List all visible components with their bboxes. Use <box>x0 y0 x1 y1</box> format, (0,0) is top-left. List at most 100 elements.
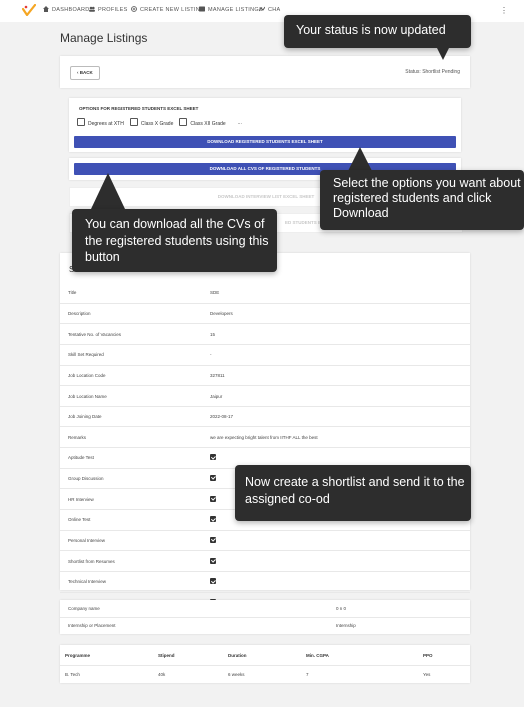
details-label: Group Discussion <box>60 468 210 490</box>
tooltip-options-text: Select the options you want about regist… <box>333 176 521 220</box>
checkbox-checked-icon <box>210 578 216 585</box>
checkbox-label: Degrees at XTH <box>88 121 124 127</box>
page-title: Manage Listings <box>60 31 148 45</box>
company-name-label: Company name <box>68 606 100 611</box>
details-label: Job Location Name <box>60 385 210 407</box>
details-label: Personal Interview <box>60 530 210 552</box>
details-row: Job Location Code 327811 <box>60 365 470 387</box>
checkbox-checked-icon <box>210 475 216 482</box>
details-check-cell <box>210 571 470 593</box>
details-label: Skill Set Required <box>60 344 210 366</box>
details-row: Job Joining Date 2022-08-17 <box>60 406 470 428</box>
checkbox-box[interactable] <box>77 118 85 126</box>
programme-card: Programme Stipend Duration Min. CGPA PPO… <box>60 645 470 683</box>
checkbox-box[interactable] <box>129 118 138 126</box>
checkbox-class-xii[interactable]: Class XII Grade <box>179 118 226 127</box>
more-menu-icon[interactable]: ⋮ <box>500 6 508 15</box>
checkbox-box[interactable] <box>179 118 188 126</box>
table-cell: 6 weeks <box>228 672 245 677</box>
details-label: Online Test <box>60 509 210 531</box>
tooltip-options: Select the options you want about regist… <box>320 170 524 230</box>
column-header: Programme <box>65 653 91 658</box>
nav-dashboard[interactable]: DASHBOARD <box>43 6 90 13</box>
details-row: Tentative No. of Vacancies 15 <box>60 323 470 345</box>
details-label: Technical Interview <box>60 571 210 593</box>
internship-type-row: Internship or Placement Internship <box>60 617 470 634</box>
details-label: Job Joining Date <box>60 406 210 428</box>
tooltip-arrow <box>437 48 449 60</box>
tooltip-cvs: You can download all the CVs of the regi… <box>72 209 277 272</box>
checkbox-class-x[interactable]: Class X Grade <box>129 118 174 127</box>
nav-profiles-label: PROFILES <box>98 7 128 13</box>
details-label: Title <box>60 283 210 304</box>
options-card: OPTIONS FOR REGISTERED STUDENTS EXCEL SH… <box>69 98 461 152</box>
column-header: Min. CGPA <box>306 653 329 658</box>
tooltip-arrow <box>348 147 372 171</box>
details-value: SDE <box>210 283 470 304</box>
listing-header-card: ‹ BACK Status: Shortlist Pending <box>60 56 470 88</box>
checkbox-label: Class XII Grade <box>190 121 226 127</box>
tooltip-arrow <box>91 173 125 209</box>
details-value: Developers <box>210 303 470 325</box>
tooltip-shortlist-text: Now create a shortlist and send it to th… <box>245 475 465 506</box>
company-card: Company name 0 n 0 Internship or Placeme… <box>60 600 470 634</box>
nav-charts[interactable]: CHA <box>259 6 281 13</box>
column-header: Stipend <box>158 653 175 658</box>
details-row: Remarks we are expecting bright talent fr… <box>60 426 470 449</box>
tooltip-status-text: Your status is now updated <box>296 23 446 37</box>
details-label: Shortlist from Resumes <box>60 550 210 572</box>
details-value: - <box>210 344 470 366</box>
tooltip-cvs-text: You can download all the CVs of the regi… <box>85 217 269 264</box>
listing-details-card: S TitleSDEDescriptionDevelopersTentative… <box>60 253 470 614</box>
details-row: Job Location Name Jaipur <box>60 385 470 407</box>
checkbox-checked-icon <box>210 495 216 502</box>
details-row: Personal Interview <box>60 530 470 552</box>
checkbox-checked-icon <box>210 537 216 543</box>
nav-create-listing[interactable]: CREATE NEW LISTING <box>131 6 205 13</box>
table-cell: 7 <box>306 672 309 677</box>
nav-manage-listings[interactable]: MANAGE LISTINGS <box>199 6 263 13</box>
back-button-label: BACK <box>79 70 93 75</box>
table-cell: B. Tech <box>65 672 80 677</box>
checkbox-checked-icon <box>210 557 216 564</box>
logo-icon[interactable] <box>22 4 36 16</box>
more-options[interactable]: ... <box>238 120 242 126</box>
table-cell: 40k <box>158 672 166 677</box>
table-row: B. Tech 40k 6 weeks 7 Yes <box>60 666 470 683</box>
checkbox-checked-icon <box>210 454 216 461</box>
download-excel-button[interactable]: DOWNLOAD REGISTERED STUDENTS EXCEL SHEET <box>74 136 456 148</box>
listings-icon <box>199 6 205 12</box>
details-row: Description Developers <box>60 303 470 325</box>
details-row: Skill Set Required - <box>60 344 470 366</box>
internship-type-label: Internship or Placement <box>68 623 116 628</box>
nav-dashboard-label: DASHBOARD <box>52 7 90 13</box>
checkbox-degrees[interactable]: Degrees at XTH <box>77 118 124 127</box>
back-button[interactable]: ‹ BACK <box>70 66 100 80</box>
details-check-cell <box>210 550 470 572</box>
details-row: Title SDE <box>60 283 470 304</box>
company-name-value: 0 n 0 <box>336 606 347 611</box>
nav-profiles[interactable]: PROFILES <box>89 6 128 13</box>
column-header: PPO <box>423 653 433 658</box>
details-label: HR Interview <box>60 488 210 511</box>
details-table-wrap: Title SDE Description Developers Tentative N… <box>60 283 470 614</box>
nav-manage-listings-label: MANAGE LISTINGS <box>208 7 263 13</box>
internship-type-value: Internship <box>336 623 356 628</box>
details-label: Job Location Code <box>60 365 210 387</box>
details-row: Technical Interview <box>60 571 470 593</box>
details-table: Title SDE Description Developers Tentative N… <box>60 283 470 614</box>
details-value: 15 <box>210 323 470 345</box>
nav-create-listing-label: CREATE NEW LISTING <box>140 7 205 13</box>
table-cell: Yes <box>423 672 431 677</box>
add-circle-icon <box>131 6 137 12</box>
column-header: Duration <box>228 653 247 658</box>
home-icon <box>43 6 49 12</box>
programme-header-row: Programme Stipend Duration Min. CGPA PPO <box>60 647 470 664</box>
profiles-icon <box>89 6 95 12</box>
options-checkbox-row: Degrees at XTH Class X Grade Class XII G… <box>77 118 242 127</box>
status-text: Status: Shortlist Pending <box>405 69 460 75</box>
checkbox-label: Class X Grade <box>140 121 174 127</box>
details-label: Tentative No. of Vacancies <box>60 323 210 345</box>
company-name-row: Company name 0 n 0 <box>60 600 470 617</box>
details-value: 2022-08-17 <box>210 406 470 428</box>
